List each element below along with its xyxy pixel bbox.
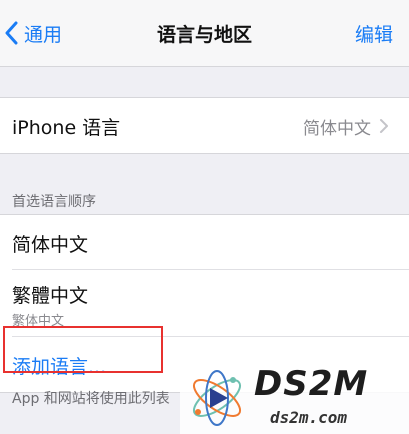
language-row-simplified[interactable]: 简体中文	[0, 215, 409, 270]
iphone-language-label: iPhone 语言	[12, 117, 121, 139]
iphone-language-group: iPhone 语言 简体中文	[0, 97, 409, 154]
footer-note: App 和网站将使用此列表	[12, 391, 170, 407]
watermark: DS2M ds2m.com	[180, 362, 409, 434]
iphone-language-value: 简体中文	[303, 119, 371, 139]
watermark-title: DS2M	[254, 364, 369, 404]
chevron-right-icon	[380, 119, 388, 133]
navigation-bar: 通用 语言与地区 编辑	[0, 0, 409, 67]
edit-button[interactable]: 编辑	[355, 20, 393, 47]
highlight-box	[3, 326, 163, 373]
watermark-url: ds2m.com	[270, 408, 348, 427]
language-name: 繁體中文	[12, 285, 89, 307]
language-name: 简体中文	[12, 234, 89, 256]
atom-logo-icon	[193, 370, 241, 426]
preferred-language-header: 首选语言顺序	[12, 194, 96, 210]
iphone-language-row[interactable]: iPhone 语言 简体中文	[0, 98, 409, 153]
page-title: 语言与地区	[156, 24, 252, 46]
